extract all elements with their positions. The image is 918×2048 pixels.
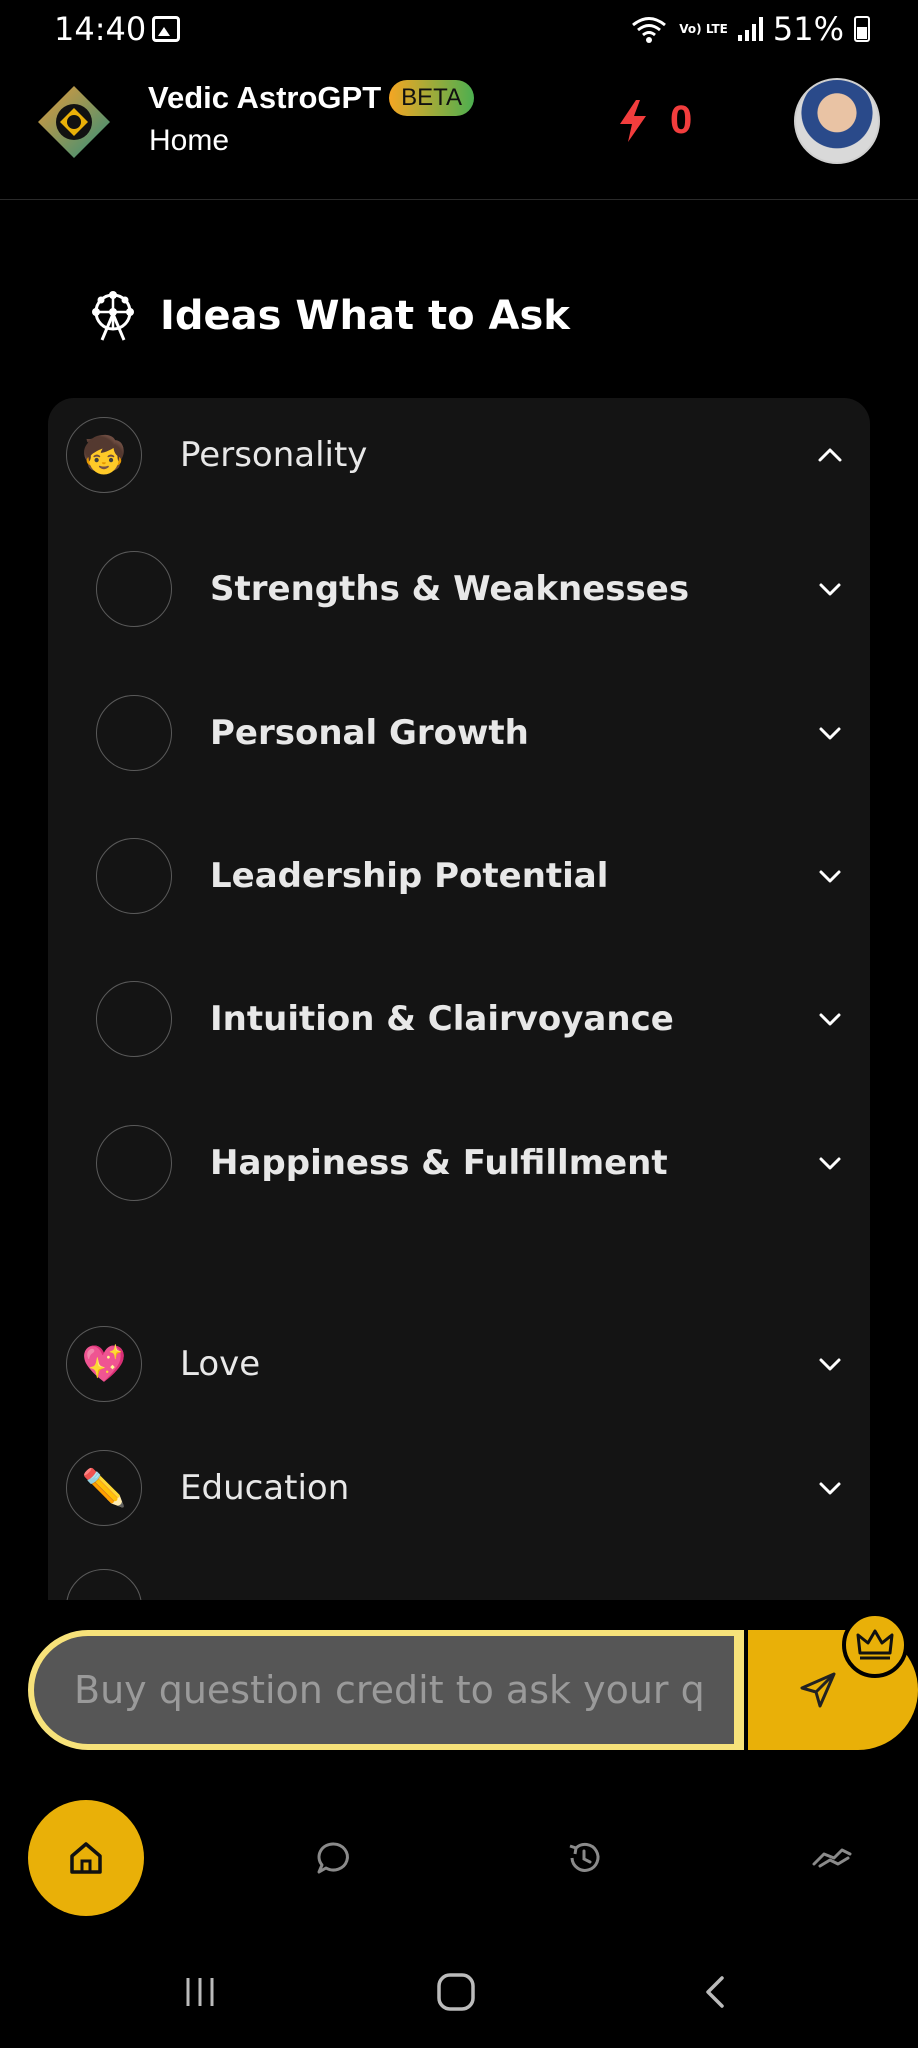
status-indicators: Vo) LTE 51% [629, 10, 870, 48]
chevron-down-icon[interactable] [808, 1141, 852, 1185]
category-icon [66, 1569, 142, 1600]
app-title: Vedic AstroGPT [148, 80, 382, 115]
home-square-icon [437, 1973, 475, 2011]
topic-leadership-potential[interactable]: Leadership Potential [96, 837, 852, 915]
sparkling-heart-icon: 💖 [66, 1326, 142, 1402]
bottom-nav [0, 1784, 918, 1930]
topic-icon-placeholder [96, 1125, 172, 1201]
lightning-icon [620, 99, 646, 142]
topic-label: Personal Growth [210, 713, 529, 753]
topic-icon-placeholder [96, 981, 172, 1057]
wifi-icon [632, 17, 667, 43]
status-bar: 14:40 Vo) LTE 51% [0, 0, 918, 62]
chevron-down-icon[interactable] [808, 1466, 852, 1510]
nav-consult[interactable] [804, 1830, 860, 1886]
category-label: Love [180, 1344, 261, 1384]
credits-counter[interactable]: 0 [616, 98, 692, 143]
topic-happiness-fulfillment[interactable]: Happiness & Fulfillment [96, 1124, 852, 1202]
premium-crown-button[interactable] [842, 1612, 908, 1678]
battery-icon [854, 16, 870, 42]
topic-personal-growth[interactable]: Personal Growth [96, 694, 852, 772]
history-icon [569, 1842, 600, 1872]
system-nav-bar [0, 1932, 918, 2048]
status-time: 14:40 [54, 10, 147, 48]
question-input[interactable] [74, 1668, 734, 1712]
topic-icon-placeholder [96, 695, 172, 771]
topic-label: Leadership Potential [210, 856, 609, 896]
home-icon [70, 1842, 102, 1874]
recent-apps-icon [186, 1978, 214, 2006]
gallery-notification-icon [152, 16, 180, 42]
topic-label: Happiness & Fulfillment [210, 1143, 668, 1183]
category-label: Education [180, 1468, 350, 1508]
topic-label: Strengths & Weaknesses [210, 569, 690, 609]
send-icon [800, 1672, 836, 1708]
recent-apps-button[interactable] [170, 1962, 230, 2022]
chat-icon [317, 1842, 349, 1874]
topic-intuition-clairvoyance[interactable]: Intuition & Clairvoyance [96, 980, 852, 1058]
credits-count: 0 [670, 98, 693, 142]
home-system-button[interactable] [426, 1962, 486, 2022]
back-button[interactable] [686, 1962, 746, 2022]
chevron-down-icon[interactable] [808, 567, 852, 611]
topic-strengths-weaknesses[interactable]: Strengths & Weaknesses [96, 550, 852, 628]
category-label: Personality [180, 435, 368, 475]
question-composer [28, 1630, 918, 1750]
nav-home[interactable] [28, 1800, 144, 1916]
chevron-down-icon[interactable] [808, 1342, 852, 1386]
question-input-container [28, 1630, 744, 1750]
chevron-down-icon[interactable] [808, 997, 852, 1041]
page-subtitle: Home [149, 124, 230, 157]
child-emoji-icon: 🧒 [66, 417, 142, 493]
battery-percent: 51% [772, 10, 844, 48]
topic-label: Intuition & Clairvoyance [210, 999, 674, 1039]
chevron-down-icon[interactable] [808, 854, 852, 898]
category-education[interactable]: ✏️ Education [66, 1449, 852, 1527]
topic-icon-placeholder [96, 838, 172, 914]
beta-badge: BETA [389, 80, 475, 116]
chevron-down-icon[interactable] [808, 711, 852, 755]
chevron-up-icon[interactable] [808, 433, 852, 477]
section-title: Ideas What to Ask [160, 293, 570, 339]
signal-icon [737, 17, 763, 41]
app-header: Vedic AstroGPT BETA Home 0 [0, 62, 918, 200]
category-personality[interactable]: 🧒 Personality [66, 416, 852, 494]
handshake-icon [812, 1848, 852, 1868]
ideas-header: Ideas What to Ask [88, 290, 570, 342]
category-love[interactable]: 💖 Love [66, 1325, 852, 1403]
app-logo-icon[interactable] [36, 84, 112, 160]
nav-history[interactable] [556, 1830, 612, 1886]
nav-chat[interactable] [306, 1830, 362, 1886]
category-next-partial[interactable] [66, 1568, 852, 1600]
user-avatar[interactable] [794, 78, 880, 164]
crown-icon [856, 1629, 894, 1660]
ideas-card: 🧒 Personality Strengths & Weaknesses Per… [48, 398, 870, 1600]
ferris-wheel-icon [92, 291, 134, 341]
topic-icon-placeholder [96, 551, 172, 627]
pencil-icon: ✏️ [66, 1450, 142, 1526]
back-icon [706, 1976, 724, 2008]
lte-indicator: Vo) LTE [679, 22, 728, 36]
